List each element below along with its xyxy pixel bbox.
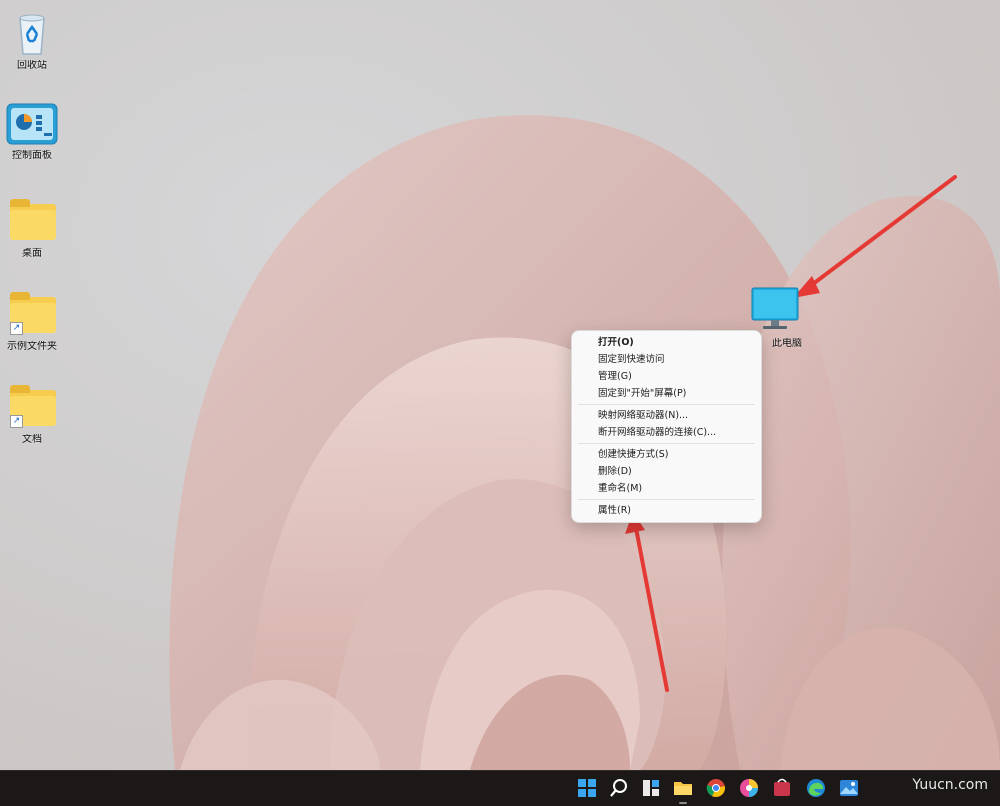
- menu-item-disconnect-network-drive[interactable]: 断开网络驱动器的连接(C)...: [572, 424, 761, 441]
- control-panel-label: 控制面板: [12, 150, 52, 161]
- taskbar: Yuucn.com: [0, 770, 1000, 806]
- recycle-bin-icon[interactable]: 回收站: [0, 8, 64, 72]
- chrome-icon[interactable]: [705, 777, 727, 799]
- desktop: [0, 0, 1000, 770]
- shared-folder-icon[interactable]: ↗ 示例文件夹: [0, 289, 64, 353]
- control-panel-image: [5, 102, 59, 146]
- store-app-icon[interactable]: [771, 777, 793, 799]
- monitor-icon: [750, 286, 799, 334]
- menu-separator: [578, 404, 755, 405]
- folder-image: [8, 196, 56, 244]
- menu-item-manage[interactable]: 管理(G): [572, 368, 761, 385]
- context-menu: 打开(O) 固定到快速访问 管理(G) 固定到"开始"屏幕(P) 映射网络驱动器…: [571, 330, 762, 523]
- watermark-text: Yuucn.com: [912, 777, 988, 793]
- desktop-folder-label: 桌面: [22, 248, 42, 259]
- menu-separator: [578, 443, 755, 444]
- color-app-icon[interactable]: [738, 777, 760, 799]
- folder-image: ↗: [8, 289, 56, 337]
- menu-item-delete[interactable]: 删除(D): [572, 463, 761, 480]
- desktop-folder-icon[interactable]: 桌面: [0, 196, 64, 260]
- photos-icon[interactable]: [838, 777, 860, 799]
- menu-item-properties[interactable]: 属性(R): [572, 502, 761, 519]
- menu-item-open[interactable]: 打开(O): [572, 334, 761, 351]
- recycle-bin-image: [8, 8, 56, 56]
- shortcut-arrow-icon: ↗: [10, 322, 23, 335]
- menu-item-pin-quick-access[interactable]: 固定到快速访问: [572, 351, 761, 368]
- documents-label: 文档: [22, 434, 42, 445]
- menu-item-map-network-drive[interactable]: 映射网络驱动器(N)...: [572, 407, 761, 424]
- menu-item-pin-start[interactable]: 固定到"开始"屏幕(P): [572, 385, 761, 402]
- edge-icon[interactable]: [805, 777, 827, 799]
- shared-folder-label: 示例文件夹: [7, 341, 57, 352]
- documents-folder-icon[interactable]: ↗ 文档: [0, 382, 64, 446]
- windows-start-icon[interactable]: [576, 777, 598, 799]
- folder-image: ↗: [8, 382, 56, 430]
- task-view-icon[interactable]: [640, 777, 662, 799]
- menu-separator: [578, 499, 755, 500]
- search-icon[interactable]: [608, 777, 630, 799]
- shortcut-arrow-icon: ↗: [10, 415, 23, 428]
- menu-item-create-shortcut[interactable]: 创建快捷方式(S): [572, 446, 761, 463]
- menu-item-rename[interactable]: 重命名(M): [572, 480, 761, 497]
- file-explorer-icon[interactable]: [672, 777, 694, 804]
- control-panel-icon[interactable]: 控制面板: [0, 102, 64, 162]
- recycle-bin-label: 回收站: [17, 60, 47, 71]
- bloom-wallpaper: [169, 115, 1000, 770]
